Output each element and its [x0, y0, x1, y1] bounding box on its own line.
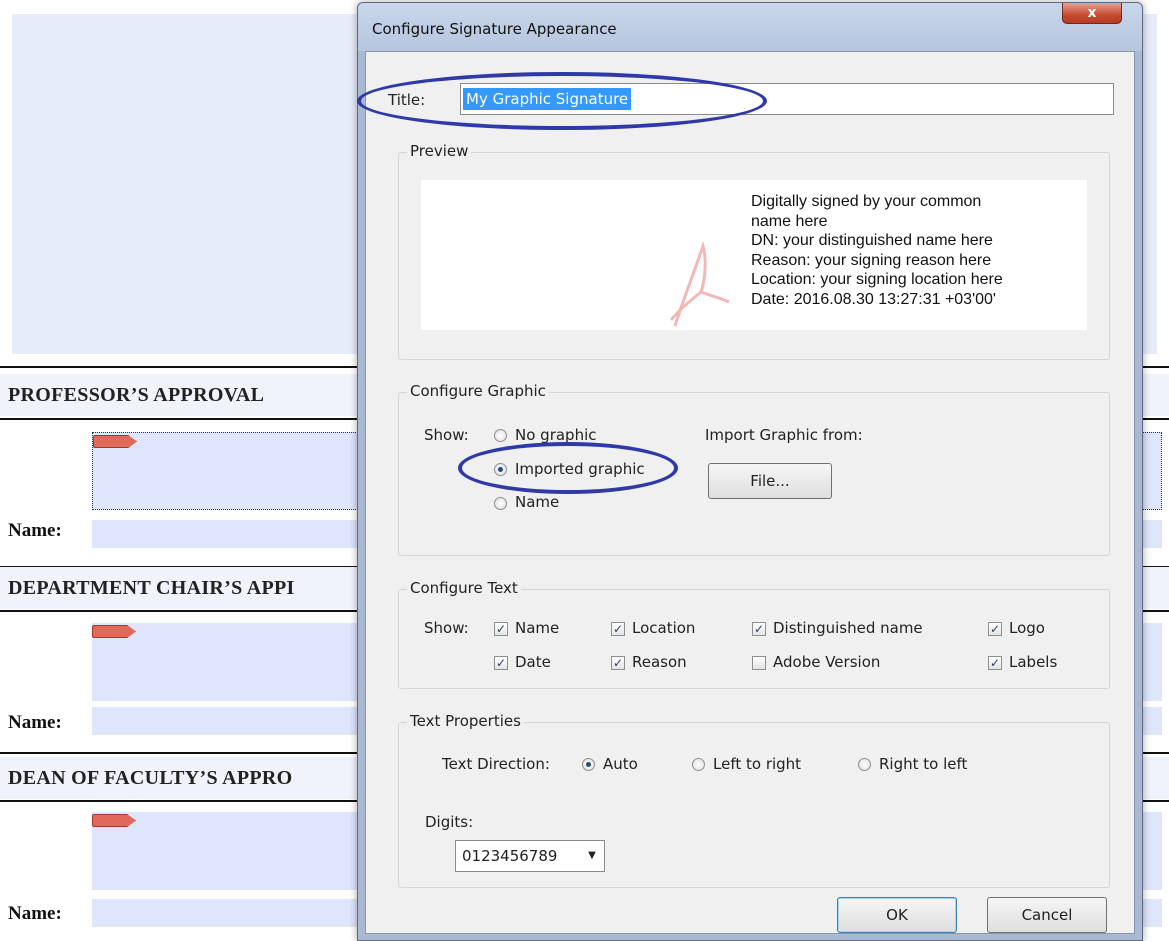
- distinguished-name-checkbox[interactable]: ✓: [752, 622, 766, 636]
- preview-line: Location: your signing location here: [751, 271, 1003, 289]
- no-graphic-radio[interactable]: [494, 429, 507, 442]
- configure-graphic-group: Configure Graphic Show: No graphic Impor…: [398, 382, 1110, 556]
- dialog-titlebar[interactable]: Configure Signature Appearance x: [358, 3, 1142, 51]
- imported-graphic-radio[interactable]: [494, 463, 507, 476]
- name-graphic-radio[interactable]: [494, 497, 507, 510]
- preview-group: Preview Digitally signed by your common …: [398, 142, 1110, 360]
- preview-line: Date: 2016.08.30 13:27:31 +03'00': [751, 290, 996, 308]
- ok-button[interactable]: OK: [837, 897, 957, 933]
- dialog-title: Configure Signature Appearance: [372, 20, 617, 38]
- name-checkbox[interactable]: ✓: [494, 622, 508, 636]
- right-to-left-label[interactable]: Right to left: [879, 755, 967, 773]
- labels-checkbox[interactable]: ✓: [988, 656, 1002, 670]
- text-properties-label: Text Properties: [407, 712, 524, 730]
- preview-line: DN: your distinguished name here: [751, 232, 993, 250]
- preview-line: name here: [751, 212, 828, 230]
- import-graphic-label: Import Graphic from:: [705, 426, 863, 444]
- logo-checkbox-label[interactable]: Logo: [1009, 619, 1045, 637]
- close-button[interactable]: x: [1062, 3, 1122, 24]
- preview-text: Digitally signed by your common name her…: [751, 192, 1081, 310]
- digits-select[interactable]: 0123456789 ▼: [455, 840, 605, 872]
- left-to-right-label[interactable]: Left to right: [713, 755, 801, 773]
- file-button[interactable]: File...: [708, 463, 832, 499]
- preview-line: Digitally signed by your common: [751, 193, 982, 210]
- name-label: Name:: [8, 903, 62, 924]
- preview-line: Reason: your signing reason here: [751, 251, 992, 269]
- imported-graphic-label[interactable]: Imported graphic: [515, 460, 645, 478]
- reason-checkbox-label[interactable]: Reason: [632, 653, 687, 671]
- name-label: Name:: [8, 712, 62, 733]
- adobe-version-checkbox-label[interactable]: Adobe Version: [773, 653, 880, 671]
- digits-label: Digits:: [425, 813, 474, 831]
- configure-text-label: Configure Text: [407, 579, 521, 597]
- left-to-right-radio[interactable]: [692, 758, 705, 771]
- text-show-label: Show:: [424, 619, 469, 637]
- location-checkbox[interactable]: ✓: [611, 622, 625, 636]
- graphic-show-label: Show:: [424, 426, 469, 444]
- configure-text-group: Configure Text Show: ✓ Name ✓ Location ✓…: [398, 579, 1110, 689]
- title-input-value: My Graphic Signature: [463, 88, 632, 110]
- name-label: Name:: [8, 520, 62, 541]
- logo-checkbox[interactable]: ✓: [988, 622, 1002, 636]
- auto-direction-radio[interactable]: [582, 758, 595, 771]
- no-graphic-label[interactable]: No graphic: [515, 426, 597, 444]
- signature-preview: Digitally signed by your common name her…: [421, 180, 1087, 330]
- date-checkbox-label[interactable]: Date: [515, 653, 551, 671]
- chevron-down-icon[interactable]: ▼: [584, 848, 600, 864]
- title-input[interactable]: My Graphic Signature: [460, 83, 1114, 115]
- digits-select-value: 0123456789: [462, 847, 558, 865]
- signature-tag-icon: [92, 625, 136, 638]
- signature-tag-icon: [93, 435, 137, 448]
- close-icon: x: [1087, 5, 1097, 21]
- preview-group-label: Preview: [407, 142, 472, 160]
- location-checkbox-label[interactable]: Location: [632, 619, 695, 637]
- date-checkbox[interactable]: ✓: [494, 656, 508, 670]
- right-to-left-radio[interactable]: [858, 758, 871, 771]
- name-checkbox-label[interactable]: Name: [515, 619, 559, 637]
- name-graphic-label[interactable]: Name: [515, 493, 559, 511]
- adobe-logo-watermark-icon: [669, 240, 730, 327]
- title-label: Title:: [388, 91, 426, 109]
- text-direction-label: Text Direction:: [442, 755, 550, 773]
- configure-graphic-label: Configure Graphic: [407, 382, 549, 400]
- reason-checkbox[interactable]: ✓: [611, 656, 625, 670]
- adobe-version-checkbox[interactable]: [752, 656, 766, 670]
- labels-checkbox-label[interactable]: Labels: [1009, 653, 1057, 671]
- auto-direction-label[interactable]: Auto: [603, 755, 638, 773]
- signature-tag-icon: [92, 814, 136, 827]
- configure-signature-dialog: Configure Signature Appearance x Title: …: [357, 2, 1143, 941]
- distinguished-name-checkbox-label[interactable]: Distinguished name: [773, 619, 923, 637]
- dialog-client-area: Title: My Graphic Signature Preview Digi…: [365, 51, 1135, 934]
- cancel-button[interactable]: Cancel: [987, 897, 1107, 933]
